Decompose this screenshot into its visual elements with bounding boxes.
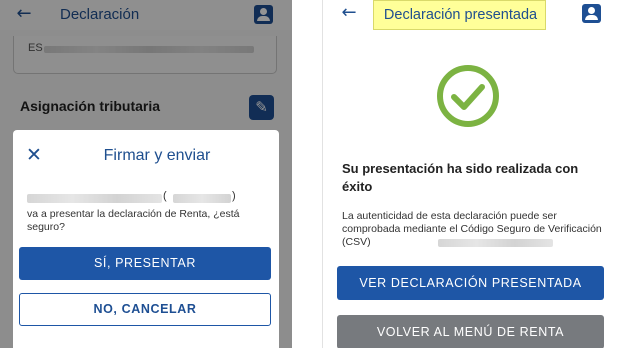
left-screen: ← Declaración ES Asignación tributaria ✎… (0, 0, 292, 348)
cancel-button[interactable]: NO, CANCELAR (19, 293, 271, 326)
paren-close: ) (232, 190, 236, 202)
paren-open: ( (163, 190, 167, 202)
screen-divider (292, 0, 322, 348)
arrow-left-icon[interactable]: ← (339, 3, 359, 23)
back-to-menu-button[interactable]: VOLVER AL MENÚ DE RENTA (337, 315, 604, 348)
title-highlight: Declaración presentada (373, 0, 546, 30)
right-screen: ← Declaración presentada Su presentación… (322, 0, 620, 348)
sign-submit-dialog: ✕ Firmar y enviar ( ) va a presentar la … (13, 130, 279, 348)
check-circle-icon (436, 64, 500, 128)
blurred-taxpayer-id (173, 194, 231, 203)
confirm-submit-button[interactable]: SÍ, PRESENTAR (19, 247, 271, 280)
status-title: Su presentación ha sido realizada con éx… (342, 161, 579, 194)
dialog-title: Firmar y enviar (103, 147, 211, 164)
view-declaration-button[interactable]: VER DECLARACIÓN PRESENTADA (337, 266, 604, 300)
blurred-taxpayer-name (27, 194, 162, 203)
dialog-message: va a presentar la declaración de Renta, … (27, 208, 240, 233)
right-page-title: Declaración presentada (383, 7, 538, 23)
blurred-csv-code (438, 239, 553, 247)
screenshot-root: ← Declaración ES Asignación tributaria ✎… (0, 0, 620, 348)
user-icon[interactable] (582, 4, 601, 23)
